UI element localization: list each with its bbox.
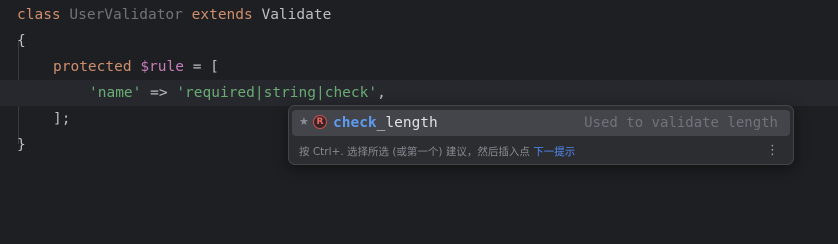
- close-bracket: ];: [53, 111, 71, 127]
- arrow-operator: =>: [141, 85, 177, 101]
- comma: ,: [377, 85, 386, 101]
- assignment: = [: [183, 59, 219, 75]
- keyword-extends: extends: [191, 7, 253, 23]
- array-value: 'required|string|check': [176, 85, 378, 101]
- open-brace: {: [17, 33, 26, 49]
- code-editor[interactable]: class UserValidator extends Validate { p…: [0, 0, 838, 244]
- completion-rest-text: _length: [376, 115, 438, 131]
- hint-text: 按 Ctrl+. 选择所选 (或第一个) 建议，然后插入点: [299, 146, 534, 158]
- close-brace: }: [17, 137, 26, 153]
- property-variable: $rule: [140, 59, 184, 75]
- more-options-icon[interactable]: ⋮: [766, 144, 779, 158]
- star-icon: ★: [299, 115, 309, 128]
- rule-icon: R: [313, 115, 327, 129]
- code-line[interactable]: {: [0, 28, 838, 54]
- parent-class: Validate: [261, 7, 332, 23]
- array-key: 'name': [89, 85, 142, 101]
- code-line[interactable]: protected $rule = [: [0, 54, 838, 80]
- completion-item-name: check_length: [333, 110, 438, 136]
- completion-hint: 按 Ctrl+. 选择所选 (或第一个) 建议，然后插入点 下一提示: [299, 144, 575, 159]
- completion-item[interactable]: ★ R check_length Used to validate length: [292, 110, 790, 136]
- completion-item-description: Used to validate length: [584, 115, 778, 131]
- next-tip-link[interactable]: 下一提示: [533, 146, 575, 158]
- keyword-protected: protected: [53, 59, 132, 75]
- completion-popup: ★ R check_length Used to validate length…: [288, 105, 794, 165]
- completion-match-text: check: [333, 115, 377, 131]
- current-code-line[interactable]: 'name' => 'required|string|check',: [0, 80, 838, 106]
- class-name: UserValidator: [69, 7, 183, 23]
- code-line[interactable]: class UserValidator extends Validate: [0, 2, 838, 28]
- keyword-class: class: [17, 7, 61, 23]
